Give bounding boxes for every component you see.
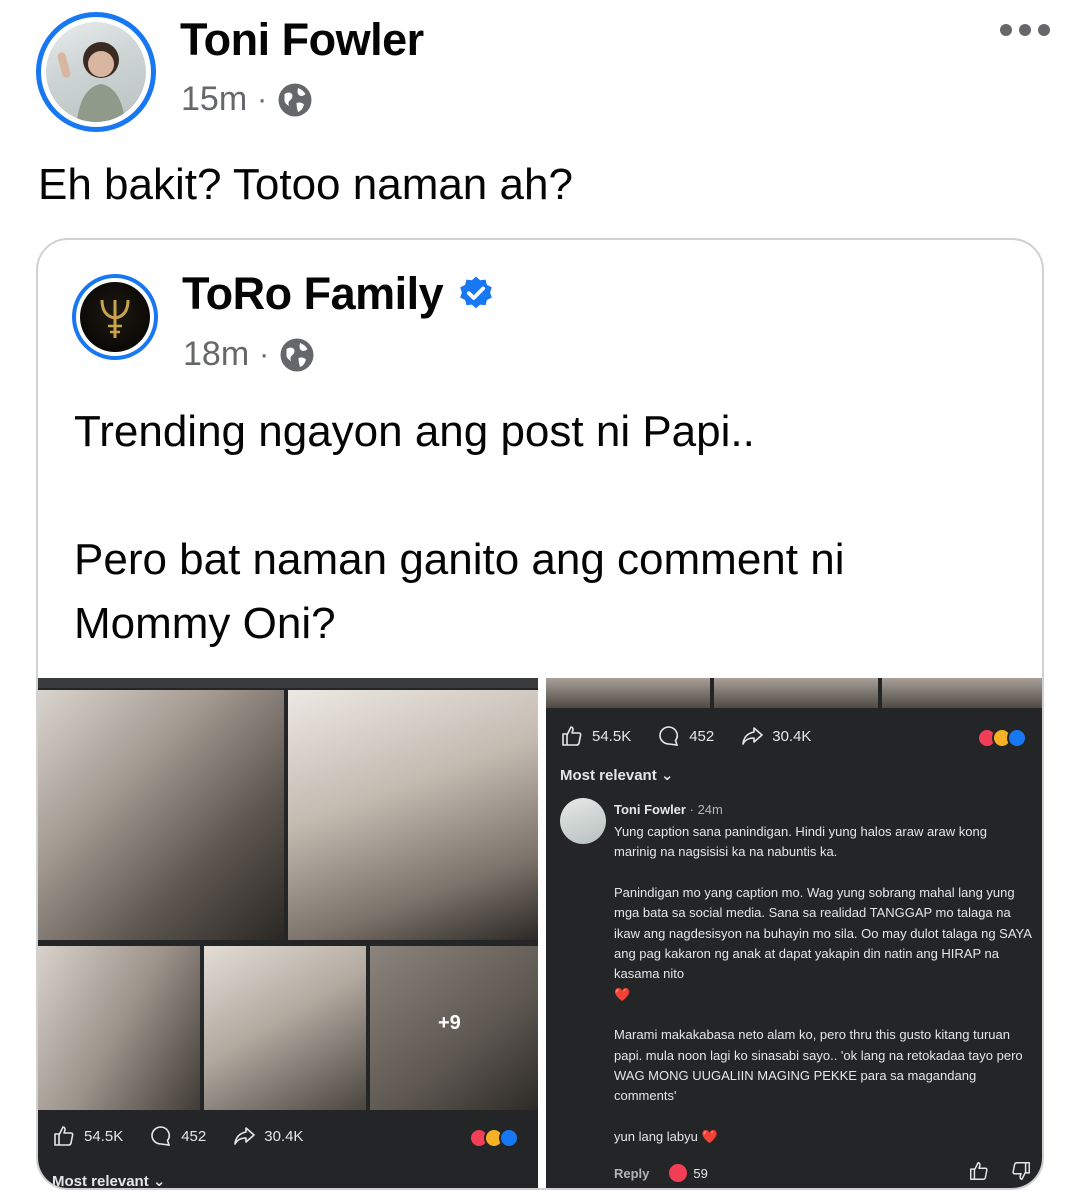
comment-paragraph: Panindigan mo yang caption mo. Wag yung … bbox=[614, 884, 1032, 982]
heart-emoji: ❤️ bbox=[614, 986, 631, 1002]
post-text: Eh bakit? Totoo naman ah? bbox=[38, 160, 573, 209]
shared-meta: 18m · bbox=[183, 335, 315, 374]
photo-strip bbox=[546, 678, 1042, 708]
photo-2 bbox=[288, 690, 538, 940]
reaction-bubbles bbox=[469, 1128, 519, 1148]
thumbs-down-icon[interactable] bbox=[1010, 1160, 1032, 1182]
comment-icon bbox=[151, 1126, 171, 1146]
caption-strip bbox=[38, 678, 538, 688]
shared-text: Trending ngayon ang post ni Papi.. Pero … bbox=[74, 400, 974, 656]
like-stat: 54.5K bbox=[560, 724, 631, 748]
comment-time: 24m bbox=[697, 802, 723, 817]
reaction-bubbles bbox=[977, 728, 1027, 748]
comment-paragraph: Yung caption sana panindigan. Hindi yung… bbox=[614, 824, 987, 860]
page-avatar[interactable] bbox=[72, 274, 158, 360]
author-avatar[interactable] bbox=[36, 12, 156, 132]
avatar-photo bbox=[57, 42, 126, 122]
sort-dropdown[interactable]: Most relevant ⌄ bbox=[52, 1172, 166, 1190]
share-stat: 30.4K bbox=[740, 724, 811, 748]
comment-stat: 452 bbox=[657, 724, 714, 748]
post-time[interactable]: 15m bbox=[181, 80, 247, 119]
comment-stat: 452 bbox=[149, 1124, 206, 1148]
stats-row: 54.5K 452 30.4K bbox=[52, 1124, 329, 1148]
comment-avatar[interactable] bbox=[560, 798, 606, 844]
verified-badge-icon bbox=[460, 276, 493, 309]
chevron-down-icon: ⌄ bbox=[660, 767, 674, 784]
page-name-label: ToRo Family bbox=[182, 268, 444, 319]
screenshot-left[interactable]: +9 54.5K 452 30.4K Most relevant ⌄ bbox=[38, 678, 538, 1190]
photo-3 bbox=[38, 946, 200, 1110]
shared-time[interactable]: 18m bbox=[183, 335, 249, 374]
share-icon bbox=[742, 727, 764, 745]
share-stat: 30.4K bbox=[232, 1124, 303, 1148]
globe-icon bbox=[280, 338, 314, 371]
sort-dropdown[interactable]: Most relevant ⌄ bbox=[560, 766, 673, 784]
shared-line: Trending ngayon ang post ni Papi.. bbox=[74, 407, 755, 456]
comment-author[interactable]: Toni Fowler · 24m bbox=[614, 802, 723, 817]
comment-paragraph: Marami makakabasa neto alam ko, pero thr… bbox=[614, 1027, 1023, 1104]
comment-icon bbox=[659, 726, 679, 746]
comment-body: Yung caption sana panindigan. Hindi yung… bbox=[614, 822, 1032, 1147]
stats-row: 54.5K 452 30.4K bbox=[560, 724, 837, 748]
photo-1 bbox=[38, 690, 284, 940]
meta-separator: · bbox=[257, 82, 268, 116]
meta-separator: · bbox=[259, 337, 270, 371]
shared-post-card[interactable]: ToRo Family 18m · Trending ngayon ang po… bbox=[36, 238, 1044, 1190]
comment-vote bbox=[968, 1160, 1032, 1182]
screenshot-gallery[interactable]: +9 54.5K 452 30.4K Most relevant ⌄ 54.5K… bbox=[38, 678, 1042, 1190]
shared-line: Pero bat naman ganito ang comment ni bbox=[74, 535, 845, 584]
more-icon[interactable] bbox=[1000, 24, 1050, 36]
like-icon bbox=[562, 726, 582, 746]
screenshot-right[interactable]: 54.5K 452 30.4K Most relevant ⌄ Toni Fow… bbox=[546, 678, 1042, 1188]
chevron-down-icon: ⌄ bbox=[152, 1173, 166, 1190]
more-photos-count: +9 bbox=[438, 1012, 461, 1034]
reply-button[interactable]: Reply bbox=[614, 1166, 649, 1181]
love-reaction-icon bbox=[669, 1164, 688, 1182]
page-logo-icon bbox=[100, 299, 130, 338]
share-icon bbox=[234, 1127, 256, 1145]
comment-reactions[interactable]: 59 bbox=[669, 1164, 708, 1182]
like-icon bbox=[54, 1126, 74, 1146]
comment-paragraph: yun lang labyu ❤️ bbox=[614, 1128, 718, 1144]
globe-icon bbox=[278, 83, 312, 116]
page-name[interactable]: ToRo Family bbox=[182, 268, 495, 320]
photo-4 bbox=[204, 946, 366, 1110]
thumbs-up-icon[interactable] bbox=[968, 1160, 990, 1182]
author-name[interactable]: Toni Fowler bbox=[180, 14, 424, 66]
shared-line: Mommy Oni? bbox=[74, 599, 336, 648]
comment-actions: Reply 59 bbox=[614, 1164, 708, 1182]
post-meta: 15m · bbox=[181, 80, 313, 119]
like-stat: 54.5K bbox=[52, 1124, 123, 1148]
heart-emoji: ❤️ bbox=[701, 1128, 718, 1144]
